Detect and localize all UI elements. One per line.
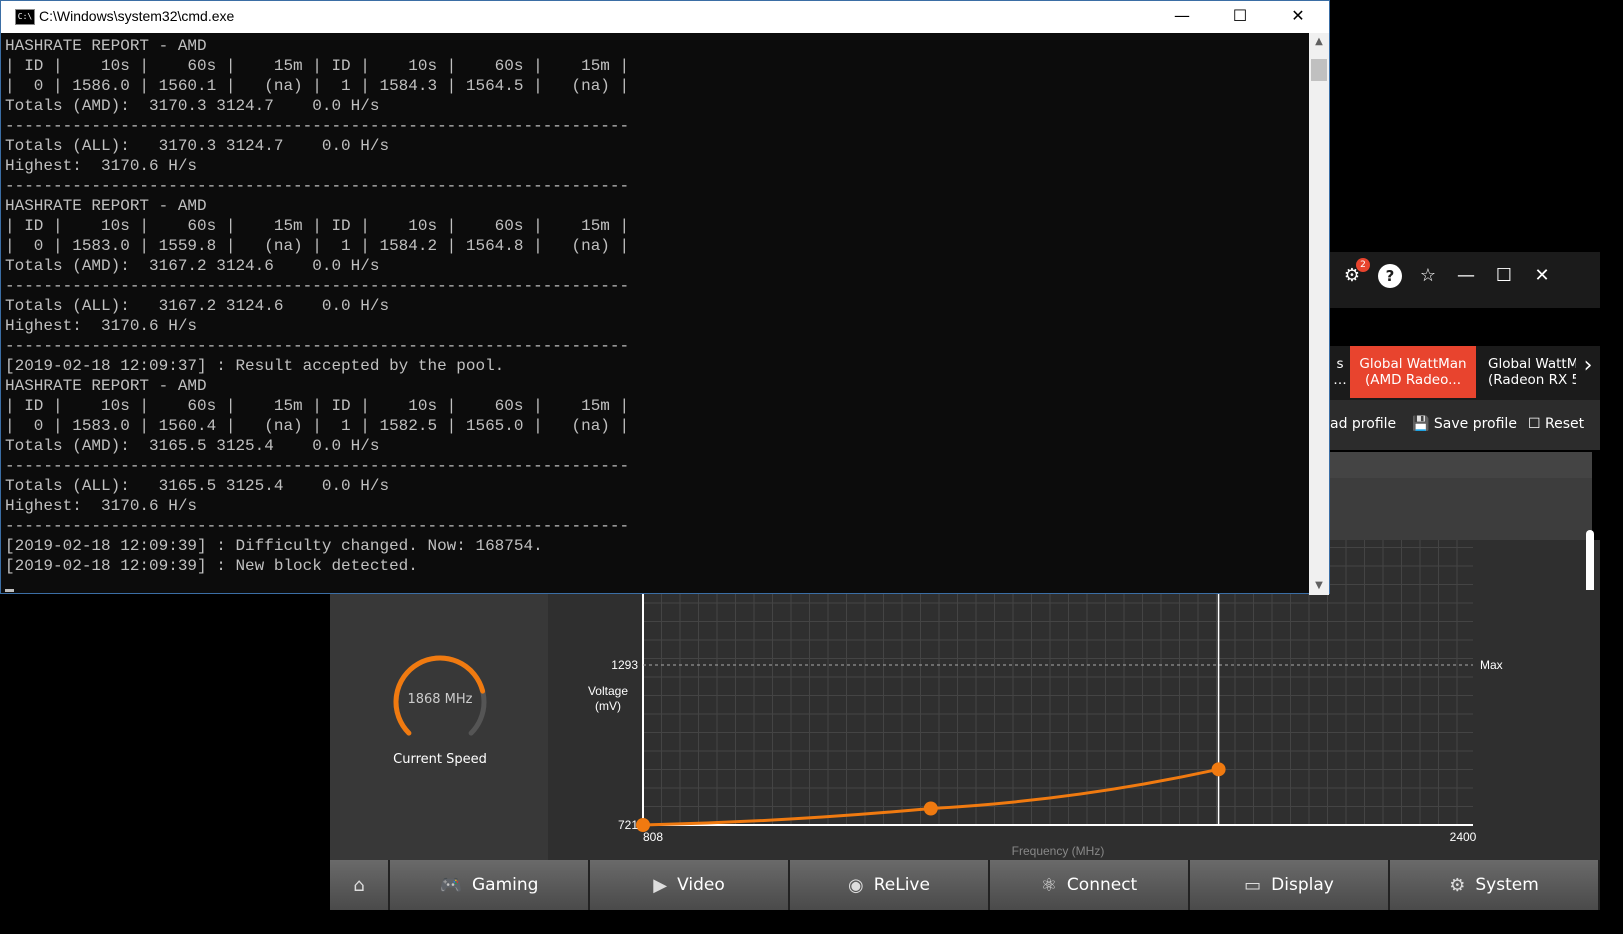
console-line: ----------------------------------------… xyxy=(5,277,630,295)
y-tick-label: 1293 xyxy=(611,658,638,672)
console-line: ----------------------------------------… xyxy=(5,517,630,535)
reset-icon: ☐ xyxy=(1528,416,1546,432)
x-tick-label: 2400 xyxy=(1450,830,1477,844)
console-line: Totals (ALL): 3170.3 3124.7 0.0 H/s xyxy=(5,137,390,155)
profile-toolbar: ad profile 💾 Save profile ☐ Reset xyxy=(1330,400,1600,450)
console-line: | ID | 10s | 60s | 15m | ID | 10s | 60s … xyxy=(5,217,630,235)
cmd-close-button[interactable]: ✕ xyxy=(1269,1,1327,33)
console-line: Totals (ALL): 3165.5 3125.4 0.0 H/s xyxy=(5,477,390,495)
console-line: [2019-02-18 12:09:39] : Difficulty chang… xyxy=(5,537,543,555)
help-icon[interactable]: ? xyxy=(1378,264,1402,288)
console-line: Highest: 3170.6 H/s xyxy=(5,497,198,515)
notification-badge: 2 xyxy=(1356,258,1370,272)
cmd-window-title: C:\Windows\system32\cmd.exe xyxy=(39,8,235,24)
cmd-app-icon: C:\ xyxy=(15,9,35,25)
curve-line xyxy=(642,767,1219,827)
connect-icon: ⚛ xyxy=(1040,874,1057,896)
console-line: Highest: 3170.6 H/s xyxy=(5,317,198,335)
tabs-next-arrow-icon[interactable]: › xyxy=(1576,346,1600,398)
cmd-window: C:\ C:\Windows\system32\cmd.exe — ☐ ✕ HA… xyxy=(0,0,1330,595)
y-tick-label: 721 xyxy=(618,818,638,832)
console-line: Highest: 3170.6 H/s xyxy=(5,157,198,175)
nav-home[interactable]: ⌂ xyxy=(330,860,390,910)
console-line: [2019-02-18 12:09:37] : Result accepted … xyxy=(5,357,505,375)
scroll-up-arrow-icon[interactable]: ▲ xyxy=(1309,33,1329,51)
save-icon: 💾 xyxy=(1412,416,1434,432)
nav-display[interactable]: ▭ Display xyxy=(1190,860,1390,910)
curve-point xyxy=(923,801,938,816)
radeon-header-bar: ⚙ 2 ? ☆ — ☐ ✕ xyxy=(1330,252,1600,308)
section-header xyxy=(1330,452,1592,478)
gamepad-icon: 🎮 xyxy=(439,874,462,896)
y-axis-label: (mV) xyxy=(595,699,621,713)
profile-tabs: s … Global WattMan (AMD Radeo... Global … xyxy=(1330,346,1600,400)
x-tick-label: 808 xyxy=(643,830,663,844)
nav-video-label: Video xyxy=(677,875,725,895)
minimize-icon[interactable]: — xyxy=(1454,264,1478,288)
console-line: | 0 | 1586.0 | 1560.1 | (na) | 1 | 1584.… xyxy=(5,77,630,95)
display-icon: ▭ xyxy=(1244,874,1262,896)
console-line: Totals (AMD): 3165.5 3125.4 0.0 H/s xyxy=(5,437,380,455)
section-panel xyxy=(1330,478,1592,540)
close-icon[interactable]: ✕ xyxy=(1530,264,1554,288)
console-line: Totals (AMD): 3170.3 3124.7 0.0 H/s xyxy=(5,97,380,115)
console-line: | 0 | 1583.0 | 1559.8 | (na) | 1 | 1584.… xyxy=(5,237,630,255)
notifications-icon[interactable]: ⚙ 2 xyxy=(1340,258,1370,288)
cmd-minimize-button[interactable]: — xyxy=(1153,1,1211,33)
console-line: ----------------------------------------… xyxy=(5,177,630,195)
console-line: | ID | 10s | 60s | 15m | ID | 10s | 60s … xyxy=(5,397,630,415)
tab-global-wattman-radeon[interactable]: Global WattM (Radeon RX 5 xyxy=(1480,346,1576,398)
nav-gaming[interactable]: 🎮 Gaming xyxy=(390,860,590,910)
nav-connect[interactable]: ⚛ Connect xyxy=(990,860,1190,910)
console-line: ----------------------------------------… xyxy=(5,117,630,135)
scroll-down-arrow-icon[interactable]: ▼ xyxy=(1309,577,1329,595)
nav-relive[interactable]: ◉ ReLive xyxy=(790,860,990,910)
console-line: | ID | 10s | 60s | 15m | ID | 10s | 60s … xyxy=(5,57,630,75)
system-gear-icon: ⚙ xyxy=(1449,874,1466,896)
tab-global-wattman-amd[interactable]: Global WattMan (AMD Radeo... xyxy=(1350,346,1476,398)
load-profile-button[interactable]: ad profile xyxy=(1330,416,1396,432)
x-axis-label: Frequency (MHz) xyxy=(1012,844,1105,858)
console-line: Totals (AMD): 3167.2 3124.6 0.0 H/s xyxy=(5,257,380,275)
console-line: [2019-02-18 12:09:39] : New block detect… xyxy=(5,557,418,575)
play-icon: ▶ xyxy=(653,874,668,896)
tab-previous-partial[interactable]: s … xyxy=(1330,346,1350,398)
nav-display-label: Display xyxy=(1271,875,1334,895)
y-axis-label: Voltage xyxy=(588,684,628,698)
nav-gaming-label: Gaming xyxy=(471,875,539,895)
scroll-thumb[interactable] xyxy=(1311,59,1327,81)
curve-point xyxy=(1211,762,1226,777)
cmd-titlebar[interactable]: C:\ C:\Windows\system32\cmd.exe — ☐ ✕ xyxy=(1,1,1329,33)
nav-video[interactable]: ▶ Video xyxy=(590,860,790,910)
current-speed-value: 1868 MHz xyxy=(407,692,473,707)
console-line: HASHRATE REPORT - AMD xyxy=(5,37,207,55)
nav-connect-label: Connect xyxy=(1066,875,1138,895)
home-icon: ⌂ xyxy=(353,874,365,896)
save-profile-label: Save profile xyxy=(1433,416,1517,432)
cmd-maximize-button[interactable]: ☐ xyxy=(1211,1,1269,33)
nav-system-label: System xyxy=(1475,875,1539,895)
nav-system[interactable]: ⚙ System xyxy=(1390,860,1600,910)
relive-icon: ◉ xyxy=(848,874,864,896)
reset-button[interactable]: ☐ Reset xyxy=(1528,416,1584,432)
reset-label: Reset xyxy=(1545,416,1585,432)
max-label: Max xyxy=(1480,658,1503,672)
maximize-icon[interactable]: ☐ xyxy=(1492,264,1516,288)
console-line: HASHRATE REPORT - AMD xyxy=(5,197,207,215)
console-output[interactable]: HASHRATE REPORT - AMD | ID | 10s | 60s | … xyxy=(5,36,1305,594)
nav-relive-label: ReLive xyxy=(873,875,930,895)
cmd-scrollbar[interactable]: ▲ ▼ xyxy=(1309,33,1329,595)
console-line: | 0 | 1583.0 | 1560.4 | (na) | 1 | 1582.… xyxy=(5,417,630,435)
current-speed-label: Current Speed xyxy=(393,752,487,767)
console-line: Totals (ALL): 3167.2 3124.6 0.0 H/s xyxy=(5,297,390,315)
bottom-navigation: ⌂ 🎮 Gaming ▶ Video ◉ ReLive ⚛ Connect ▭ Displ… xyxy=(330,860,1600,910)
console-line: ----------------------------------------… xyxy=(5,457,630,475)
favorite-icon[interactable]: ☆ xyxy=(1416,264,1440,288)
text-cursor xyxy=(5,589,14,592)
save-profile-button[interactable]: 💾 Save profile xyxy=(1412,416,1517,432)
console-line: HASHRATE REPORT - AMD xyxy=(5,377,207,395)
console-line: ----------------------------------------… xyxy=(5,337,630,355)
